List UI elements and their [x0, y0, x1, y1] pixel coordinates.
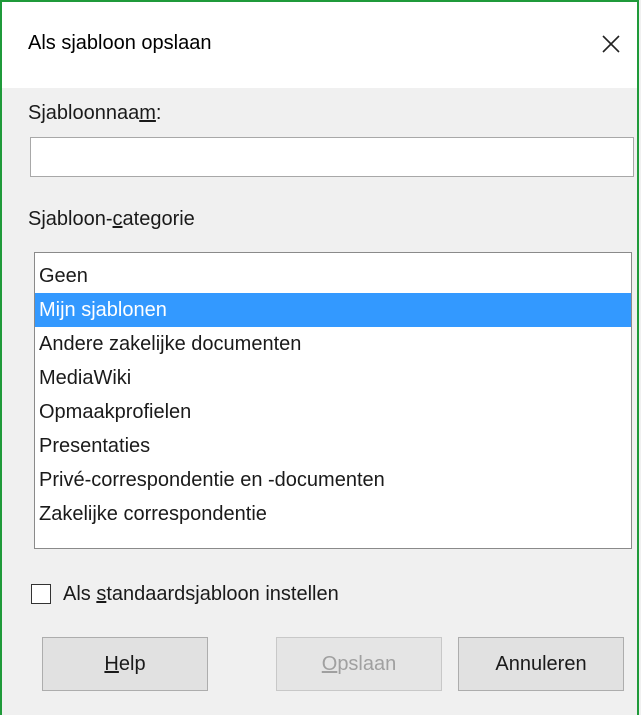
title-bar: Als sjabloon opslaan — [2, 2, 637, 88]
template-name-label: Sjabloonnaam: — [28, 102, 162, 124]
template-category-list[interactable]: Geen Mijn sjablonen Andere zakelijke doc… — [34, 252, 632, 549]
template-category-label: Sjabloon-categorie — [28, 208, 195, 230]
list-item-selected[interactable]: Mijn sjablonen — [35, 293, 631, 327]
close-button[interactable] — [589, 22, 633, 66]
cancel-button[interactable]: Annuleren — [458, 637, 624, 691]
dialog-title: Als sjabloon opslaan — [28, 32, 212, 54]
save-button[interactable]: Opslaan — [276, 637, 442, 691]
list-item[interactable]: Geen — [35, 259, 631, 293]
help-button[interactable]: Help — [42, 637, 208, 691]
default-template-checkbox[interactable] — [31, 584, 51, 604]
list-item[interactable]: Andere zakelijke documenten — [35, 327, 631, 361]
default-template-option: Als standaardsjabloon instellen — [31, 580, 339, 608]
default-template-checkbox-label[interactable]: Als standaardsjabloon instellen — [63, 583, 339, 606]
close-icon — [602, 35, 620, 53]
list-item[interactable]: Zakelijke correspondentie — [35, 497, 631, 531]
template-name-input[interactable] — [30, 137, 634, 177]
list-item[interactable]: MediaWiki — [35, 361, 631, 395]
list-item[interactable]: Presentaties — [35, 429, 631, 463]
save-as-template-dialog: Als sjabloon opslaan Sjabloonnaam: Sjabl… — [0, 0, 639, 715]
list-item[interactable]: Opmaakprofielen — [35, 395, 631, 429]
list-item[interactable]: Privé-correspondentie en -documenten — [35, 463, 631, 497]
